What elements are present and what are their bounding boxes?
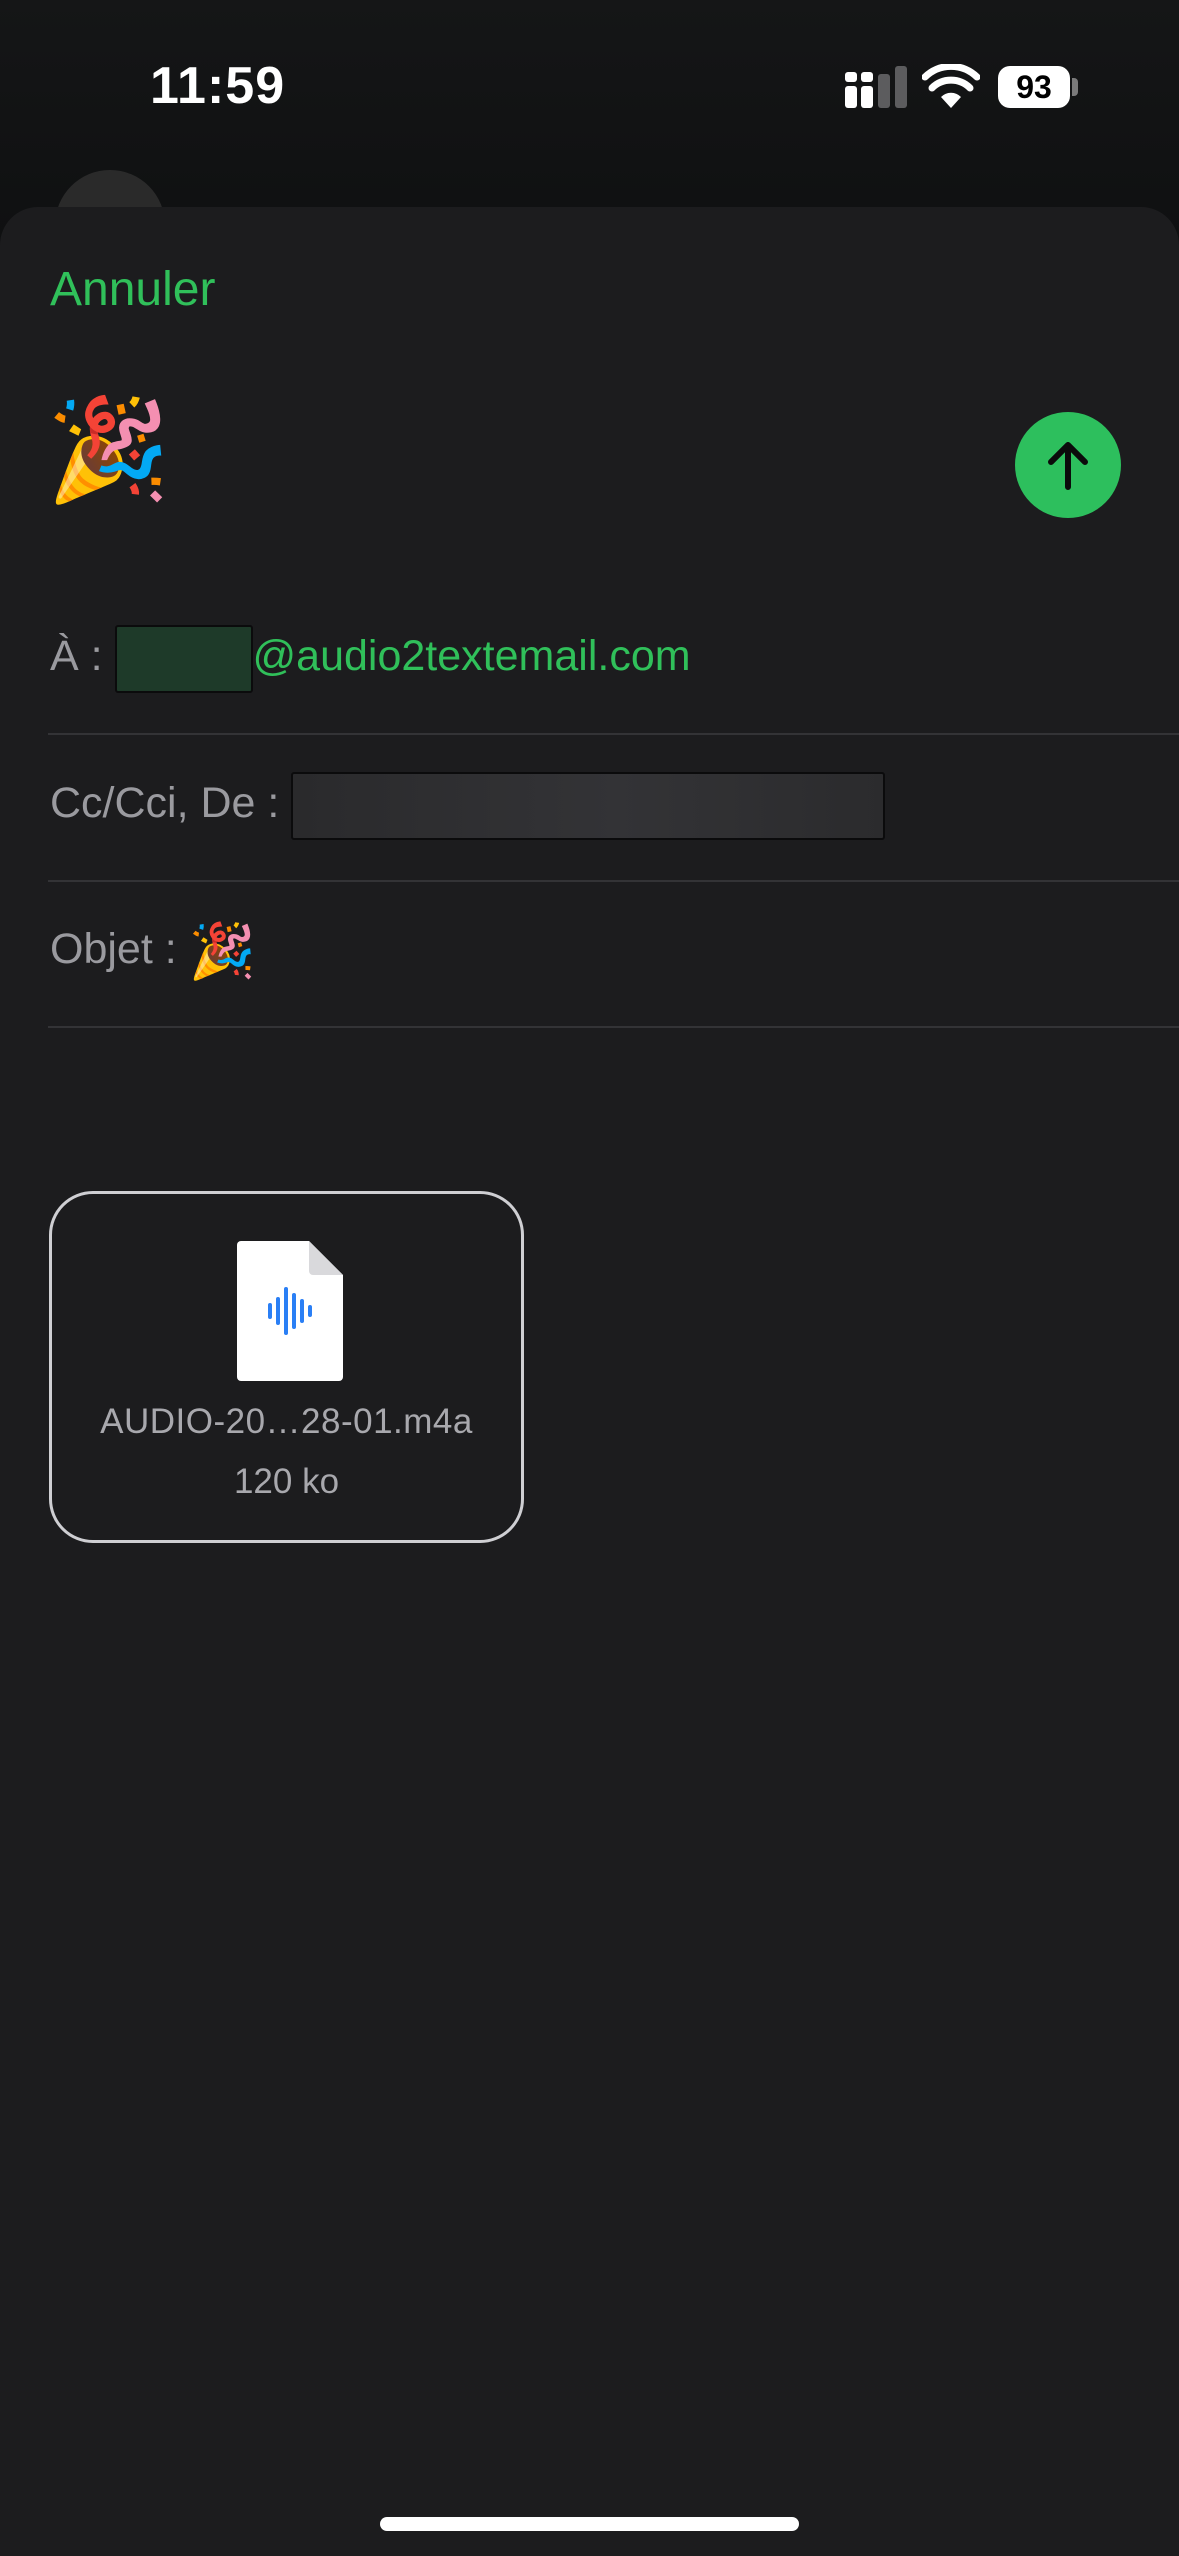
recipient-domain: @audio2textemail.com <box>252 632 691 680</box>
cc-bcc-from-field[interactable]: Cc/Cci, De : <box>50 768 886 840</box>
background-app <box>0 0 1179 240</box>
redacted-recipient <box>114 624 253 693</box>
divider-cc <box>48 880 1179 882</box>
subject-value: 🎉 <box>188 921 256 982</box>
cancel-button[interactable]: Annuler <box>50 262 215 317</box>
party-popper-emoji: 🎉 <box>46 394 171 506</box>
to-field[interactable]: À : @audio2textemail.com <box>50 621 691 693</box>
cc-label: Cc/Cci, De : <box>50 779 280 827</box>
home-indicator[interactable] <box>380 2517 799 2531</box>
attachment-file-name: AUDIO-20…28-01.m4a <box>100 1402 473 1441</box>
status-time: 11:59 <box>150 57 286 115</box>
battery-nub <box>1072 78 1078 96</box>
attachment-card[interactable]: AUDIO-20…28-01.m4a 120 ko <box>49 1191 524 1543</box>
to-label: À : <box>50 632 103 680</box>
audio-file-icon <box>237 1241 343 1381</box>
subject-label: Objet : <box>50 925 177 973</box>
divider-to <box>48 733 1179 735</box>
divider-subject <box>48 1026 1179 1028</box>
subject-field[interactable]: Objet : 🎉 <box>50 914 256 984</box>
signal-icon <box>845 66 907 108</box>
wifi-icon <box>922 64 980 108</box>
redacted-sender <box>291 771 886 840</box>
battery-icon: 93 <box>998 66 1070 108</box>
send-button[interactable] <box>1015 412 1121 518</box>
attachment-file-size: 120 ko <box>233 1462 340 1501</box>
arrow-up-icon <box>1048 442 1088 490</box>
